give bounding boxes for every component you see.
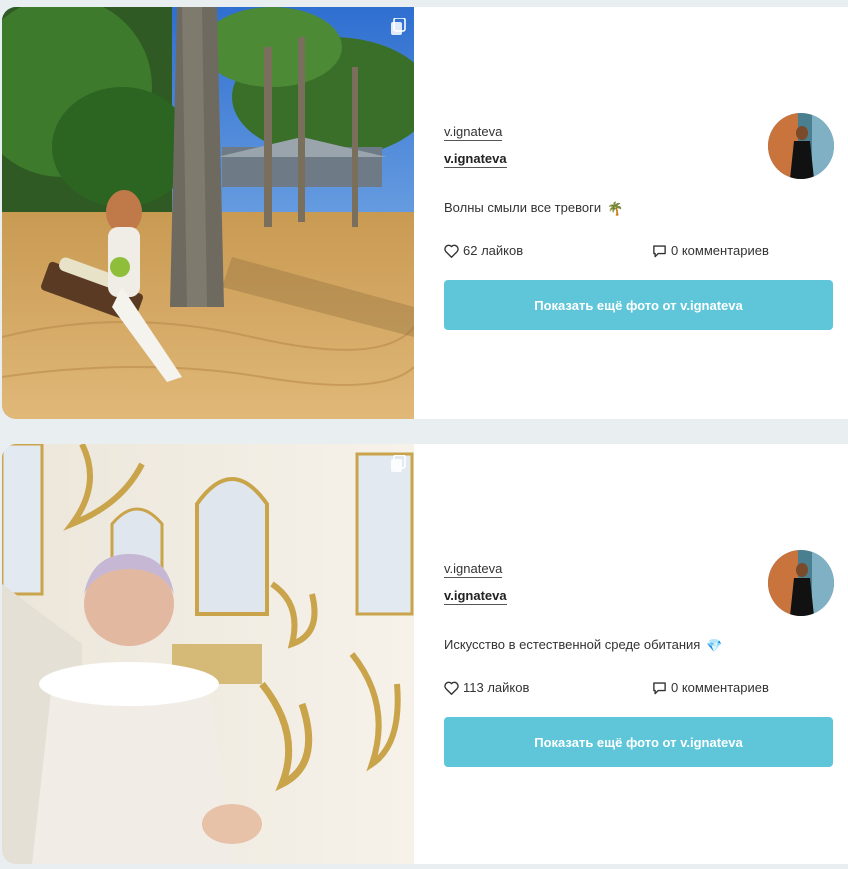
- post-caption: Искусство в естественной среде обитания 💎: [444, 637, 723, 654]
- likes-counter[interactable]: 113 лайков: [444, 680, 529, 695]
- author-link[interactable]: v.ignateva: [444, 125, 503, 141]
- show-more-photos-button[interactable]: Показать ещё фото от v.ignateva: [444, 717, 833, 767]
- comments-text: 0 комментариев: [671, 680, 769, 695]
- author-link[interactable]: v.ignateva: [444, 562, 503, 578]
- comment-icon: [653, 681, 666, 694]
- comment-icon: [653, 244, 666, 257]
- caption-text: Волны смыли все тревоги: [444, 200, 602, 215]
- comments-text: 0 комментариев: [671, 243, 769, 258]
- heart-icon: [444, 244, 459, 258]
- avatar[interactable]: [768, 113, 834, 179]
- likes-counter[interactable]: 62 лайков: [444, 243, 523, 258]
- show-more-photos-button[interactable]: Показать ещё фото от v.ignateva: [444, 280, 833, 330]
- multiple-photos-icon: [391, 18, 406, 35]
- post-card: v.ignateva v.ignateva Волны смыли все тр…: [2, 7, 848, 419]
- post-caption: Волны смыли все тревоги 🌴: [444, 200, 623, 217]
- avatar[interactable]: [768, 550, 834, 616]
- gem-emoji-icon: 💎: [706, 637, 723, 653]
- caption-text: Искусство в естественной среде обитания: [444, 637, 701, 652]
- author-name-link[interactable]: v.ignateva: [444, 589, 507, 605]
- post-photo[interactable]: [2, 7, 414, 419]
- comments-counter[interactable]: 0 комментариев: [652, 680, 769, 695]
- post-photo[interactable]: [2, 444, 414, 864]
- likes-text: 62 лайков: [463, 243, 524, 258]
- post-card: v.ignateva v.ignateva Искусство в естест…: [2, 444, 848, 864]
- heart-icon: [444, 681, 459, 695]
- palm-emoji-icon: 🌴: [607, 200, 624, 216]
- multiple-photos-icon: [391, 455, 406, 472]
- author-name-link[interactable]: v.ignateva: [444, 152, 507, 168]
- likes-text: 113 лайков: [463, 680, 530, 695]
- comments-counter[interactable]: 0 комментариев: [652, 243, 769, 258]
